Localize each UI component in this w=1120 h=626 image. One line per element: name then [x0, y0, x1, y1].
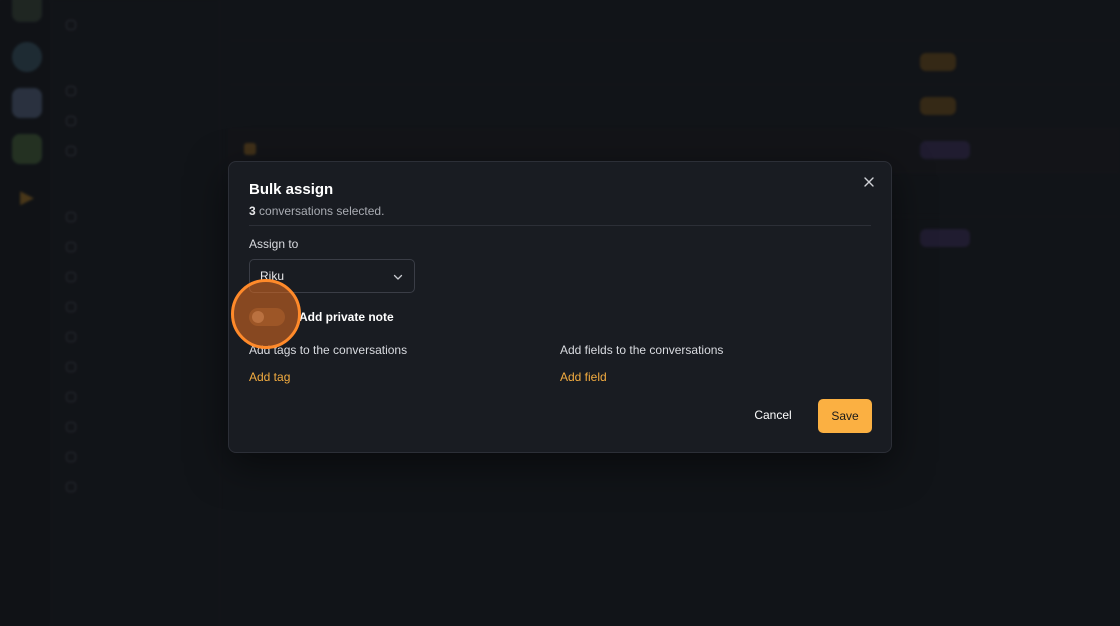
- save-button[interactable]: Save: [818, 399, 872, 433]
- add-field-link[interactable]: Add field: [560, 370, 607, 384]
- close-icon: [864, 177, 874, 187]
- fields-label: Add fields to the conversations: [560, 343, 724, 357]
- dialog-title: Bulk assign: [249, 181, 334, 198]
- bulk-assign-dialog: Bulk assign 3 conversations selected. As…: [228, 161, 892, 453]
- tags-label: Add tags to the conversations: [249, 343, 408, 357]
- selected-count: 3: [249, 204, 256, 218]
- add-tag-link[interactable]: Add tag: [249, 370, 290, 384]
- assignee-select[interactable]: Riku: [249, 259, 415, 293]
- chevron-down-icon: [393, 274, 403, 280]
- toggle-knob: [252, 311, 264, 323]
- private-note-toggle[interactable]: [249, 308, 285, 326]
- assignee-value: Riku: [260, 269, 285, 283]
- private-note-label: Add private note: [299, 310, 394, 324]
- assign-to-label: Assign to: [249, 237, 299, 251]
- selected-text: conversations selected.: [255, 204, 385, 218]
- selection-summary: 3 conversations selected.: [249, 204, 384, 218]
- cancel-button[interactable]: Cancel: [745, 399, 801, 431]
- private-note-row: Add private note: [249, 306, 394, 328]
- close-button[interactable]: [861, 174, 877, 190]
- divider: [249, 225, 871, 226]
